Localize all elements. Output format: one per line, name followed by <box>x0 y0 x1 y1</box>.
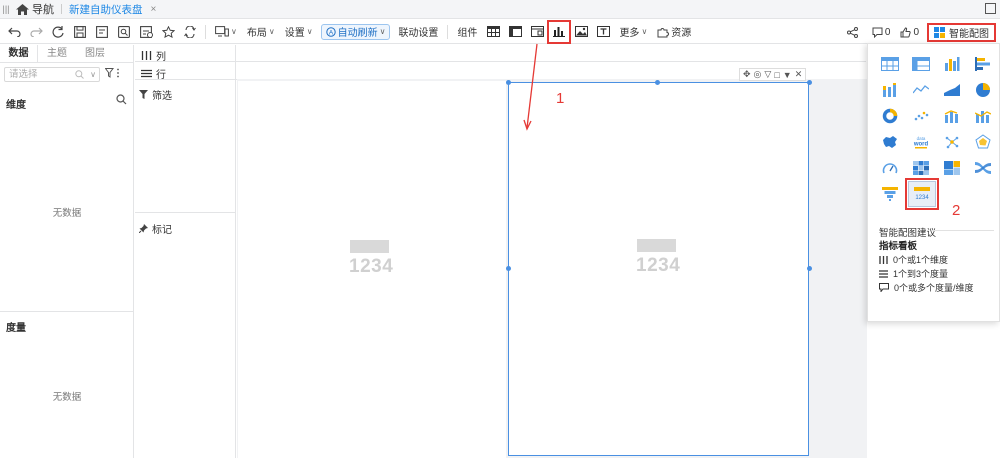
selected-chart-type: 指标看板 <box>879 241 918 252</box>
gauge-icon[interactable] <box>877 155 903 181</box>
crosstab-icon[interactable] <box>908 51 934 77</box>
sankey-icon[interactable] <box>970 155 996 181</box>
line-chart-icon[interactable] <box>908 77 934 103</box>
requirement-measures: 1个到3个度量 <box>879 267 948 280</box>
annotation-arrow <box>523 43 538 131</box>
rows-icon <box>879 269 888 278</box>
annotation-step-2: 2 <box>952 202 961 219</box>
requirement-text: 1个到3个度量 <box>893 269 949 279</box>
stacked-column-icon[interactable] <box>877 77 903 103</box>
table-icon[interactable] <box>877 51 903 77</box>
suggestion-title: 智能配图建议 <box>879 228 937 239</box>
dual-axis-chart-icon[interactable] <box>970 103 996 129</box>
suggestion-divider <box>932 230 994 231</box>
treemap-icon[interactable] <box>939 155 965 181</box>
smart-chart-panel: data word 1234 2 智能配图建议 指标看板 0个或1个维度 1个到3… <box>867 43 1000 322</box>
funnel-icon[interactable] <box>877 181 903 207</box>
annotation-step-1: 1 <box>556 90 565 107</box>
kpi-icon-text: 1234 <box>915 195 929 201</box>
svg-text:word: word <box>913 142 929 148</box>
area-chart-icon[interactable] <box>939 77 965 103</box>
column-chart-icon[interactable] <box>939 51 965 77</box>
chart-type-grid: data word 1234 <box>877 51 996 210</box>
tooltip-icon <box>879 283 889 292</box>
map-icon[interactable] <box>877 129 903 155</box>
combo-chart-icon[interactable] <box>939 103 965 129</box>
requirement-text: 0个或多个度量/维度 <box>894 283 974 293</box>
bar-chart-icon[interactable] <box>970 51 996 77</box>
requirement-any: 0个或多个度量/维度 <box>879 281 974 294</box>
requirement-dimensions: 0个或1个维度 <box>879 253 948 266</box>
requirement-text: 0个或1个维度 <box>893 255 949 265</box>
word-cloud-icon[interactable]: data word <box>908 129 934 155</box>
pie-chart-icon[interactable] <box>970 77 996 103</box>
kpi-card-icon[interactable]: 1234 <box>905 178 939 210</box>
network-icon[interactable] <box>939 129 965 155</box>
scatter-chart-icon[interactable] <box>908 103 934 129</box>
columns-icon <box>879 255 888 264</box>
ring-chart-icon[interactable] <box>877 103 903 129</box>
svg-text:data: data <box>917 136 926 141</box>
radar-chart-icon[interactable] <box>970 129 996 155</box>
heatmap-icon[interactable] <box>908 155 934 181</box>
